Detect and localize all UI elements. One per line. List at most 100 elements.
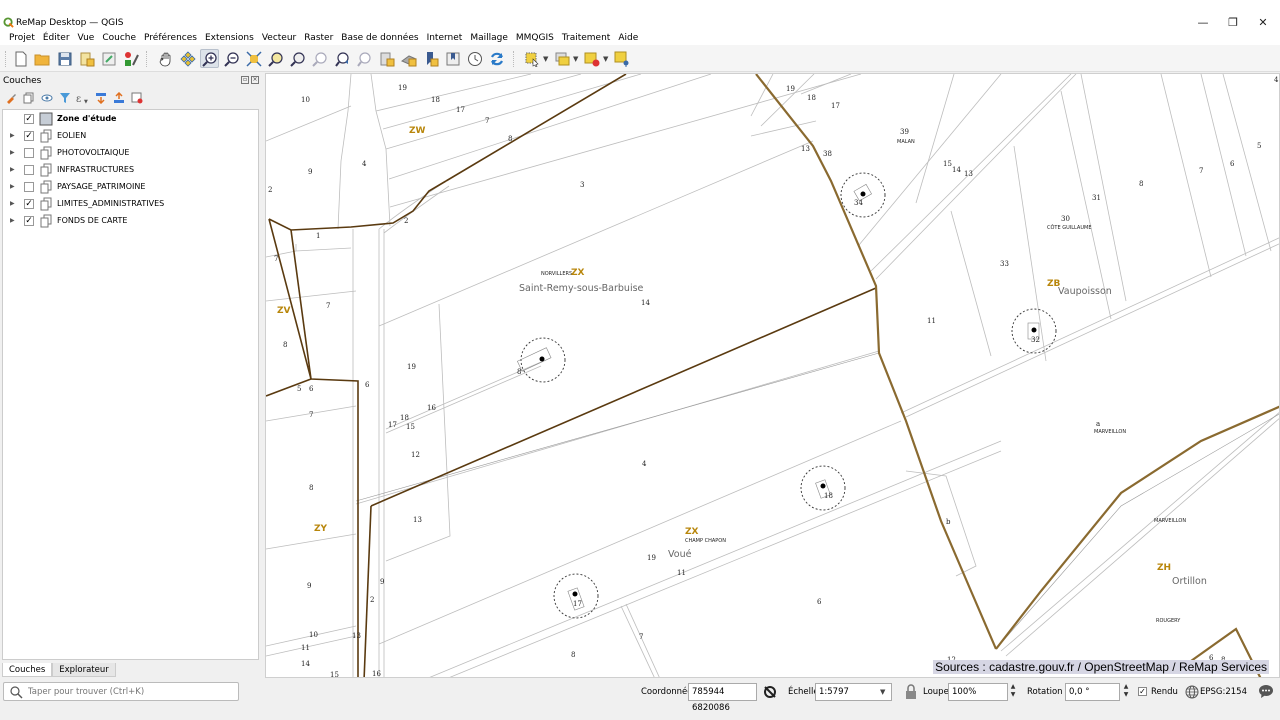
magnifier-spinner[interactable]: ▲ ▼ <box>1008 683 1018 701</box>
layer-row-infrastructures[interactable]: ▶ INFRASTRUCTURES <box>3 162 258 179</box>
add-group-button[interactable] <box>22 91 36 105</box>
pan-button[interactable] <box>156 49 175 68</box>
layer-visibility-checkbox[interactable] <box>24 165 34 175</box>
layout-manager-button[interactable] <box>99 49 118 68</box>
save-project-button[interactable] <box>55 49 74 68</box>
menu-vue[interactable]: Vue <box>74 32 99 45</box>
messages-icon[interactable] <box>1258 684 1274 699</box>
menu-aide[interactable]: Aide <box>614 32 642 45</box>
zoom-in-button[interactable] <box>200 49 219 68</box>
locator-search[interactable] <box>3 682 239 701</box>
menu-raster[interactable]: Raster <box>300 32 337 45</box>
rotation-field[interactable]: 0,0 ° <box>1065 683 1120 701</box>
select-by-value-dropdown[interactable]: ▼ <box>573 55 578 63</box>
tab-couches[interactable]: Couches <box>2 663 53 677</box>
menu-base-de-donnees[interactable]: Base de données <box>337 32 422 45</box>
turbine-34[interactable] <box>840 172 886 218</box>
menu-projet[interactable]: Projet <box>5 32 39 45</box>
crs-globe-icon[interactable] <box>1185 685 1199 699</box>
refresh-button[interactable] <box>487 49 506 68</box>
expand-arrow-icon[interactable]: ▶ <box>10 183 15 190</box>
restore-button[interactable]: ❐ <box>1218 15 1248 31</box>
layer-visibility-checkbox[interactable]: ✓ <box>24 131 34 141</box>
expand-arrow-icon[interactable]: ▶ <box>10 200 15 207</box>
zoom-to-layer-button[interactable] <box>288 49 307 68</box>
style-layer-button[interactable] <box>4 91 18 105</box>
new-bookmark-button[interactable] <box>421 49 440 68</box>
layer-visibility-checkbox[interactable]: ✓ <box>24 216 34 226</box>
layer-row-fonds-de-carte[interactable]: ▶ ✓ FONDS DE CARTE <box>3 213 258 230</box>
expand-arrow-icon[interactable]: ▶ <box>10 217 15 224</box>
deselect-dropdown[interactable]: ▼ <box>603 55 608 63</box>
filter-legend-button[interactable] <box>58 91 72 105</box>
toolbar-handle[interactable] <box>5 51 7 67</box>
magnifier-field[interactable]: 100% <box>948 683 1008 701</box>
menu-maillage[interactable]: Maillage <box>466 32 512 45</box>
layer-row-eolien[interactable]: ▶ ✓ EOLIEN <box>3 128 258 145</box>
search-input[interactable] <box>28 685 233 699</box>
layer-row-paysage-patrimoine[interactable]: ▶ PAYSAGE_PATRIMOINE <box>3 179 258 196</box>
collapse-all-button[interactable] <box>112 91 126 105</box>
turbine-17[interactable] <box>553 573 599 619</box>
crs-label[interactable]: EPSG:2154 <box>1200 687 1247 697</box>
layer-row-zone-etude[interactable]: ✓ Zone d'étude <box>3 111 258 128</box>
temporal-controller-button[interactable] <box>465 49 484 68</box>
pan-to-selection-button[interactable] <box>178 49 197 68</box>
deselect-button[interactable] <box>582 49 601 68</box>
lock-scale-icon[interactable] <box>905 684 917 699</box>
layer-row-limites-administratives[interactable]: ▶ ✓ LIMITES_ADMINISTRATIVES <box>3 196 258 213</box>
identify-button[interactable] <box>612 49 631 68</box>
open-project-button[interactable] <box>32 49 51 68</box>
remove-layer-button[interactable] <box>130 91 144 105</box>
coordinate-toggle-icon[interactable] <box>762 684 778 700</box>
select-by-value-button[interactable] <box>552 49 571 68</box>
expand-arrow-icon[interactable]: ▶ <box>10 149 15 156</box>
zoom-native-button[interactable] <box>310 49 329 68</box>
map-canvas[interactable]: 10 19 18 17 7 8 9423 2177 14 8 5 6 6 19 8 7 18 16 17 1… <box>265 73 1280 678</box>
manage-visibility-button[interactable] <box>40 91 54 105</box>
zoom-last-button[interactable] <box>333 49 352 68</box>
show-bookmarks-button[interactable] <box>443 49 462 68</box>
turbine-8[interactable] <box>516 337 566 383</box>
svg-text:17: 17 <box>573 600 582 608</box>
new-3d-map-view-button[interactable] <box>399 49 418 68</box>
turbine-32[interactable] <box>1011 308 1057 354</box>
zoom-to-selection-button[interactable] <box>266 49 285 68</box>
select-features-button[interactable] <box>522 49 541 68</box>
new-map-view-button[interactable] <box>377 49 396 68</box>
menu-couche[interactable]: Couche <box>98 32 140 45</box>
minimize-button[interactable]: — <box>1188 15 1218 31</box>
select-features-dropdown[interactable]: ▼ <box>543 55 548 63</box>
menu-internet[interactable]: Internet <box>423 32 467 45</box>
turbine-18[interactable] <box>800 465 846 511</box>
menu-traitement[interactable]: Traitement <box>558 32 615 45</box>
scale-dropdown-icon[interactable]: ▼ <box>880 688 885 696</box>
layer-row-photovoltaique[interactable]: ▶ PHOTOVOLTAIQUE <box>3 145 258 162</box>
float-panel-button[interactable]: ▫ <box>241 76 249 84</box>
menu-extensions[interactable]: Extensions <box>201 32 258 45</box>
expand-arrow-icon[interactable]: ▶ <box>10 166 15 173</box>
zoom-out-button[interactable] <box>222 49 241 68</box>
render-checkbox[interactable]: ✓ <box>1138 687 1147 696</box>
layer-visibility-checkbox[interactable]: ✓ <box>24 199 34 209</box>
layer-visibility-checkbox[interactable] <box>24 148 34 158</box>
rotation-spinner[interactable]: ▲ ▼ <box>1121 683 1131 701</box>
layer-visibility-checkbox[interactable]: ✓ <box>24 114 34 124</box>
menu-preferences[interactable]: Préférences <box>140 32 201 45</box>
close-button[interactable]: ✕ <box>1248 15 1278 31</box>
layer-visibility-checkbox[interactable] <box>24 182 34 192</box>
coordinate-field[interactable]: 785944 6820086 <box>688 683 757 713</box>
menu-mmqgis[interactable]: MMQGIS <box>512 32 558 45</box>
expand-all-button[interactable] <box>94 91 108 105</box>
zoom-next-button[interactable] <box>355 49 374 68</box>
style-manager-button[interactable] <box>121 49 140 68</box>
menu-editer[interactable]: Éditer <box>39 32 74 45</box>
zoom-full-button[interactable] <box>244 49 263 68</box>
tab-explorateur[interactable]: Explorateur <box>52 663 116 677</box>
new-print-layout-button[interactable] <box>77 49 96 68</box>
expand-arrow-icon[interactable]: ▶ <box>10 132 15 139</box>
new-project-button[interactable] <box>11 49 30 68</box>
menu-vecteur[interactable]: Vecteur <box>258 32 300 45</box>
filter-expression-button[interactable]: ε ▼ <box>76 91 90 105</box>
close-panel-button[interactable]: × <box>251 76 259 84</box>
